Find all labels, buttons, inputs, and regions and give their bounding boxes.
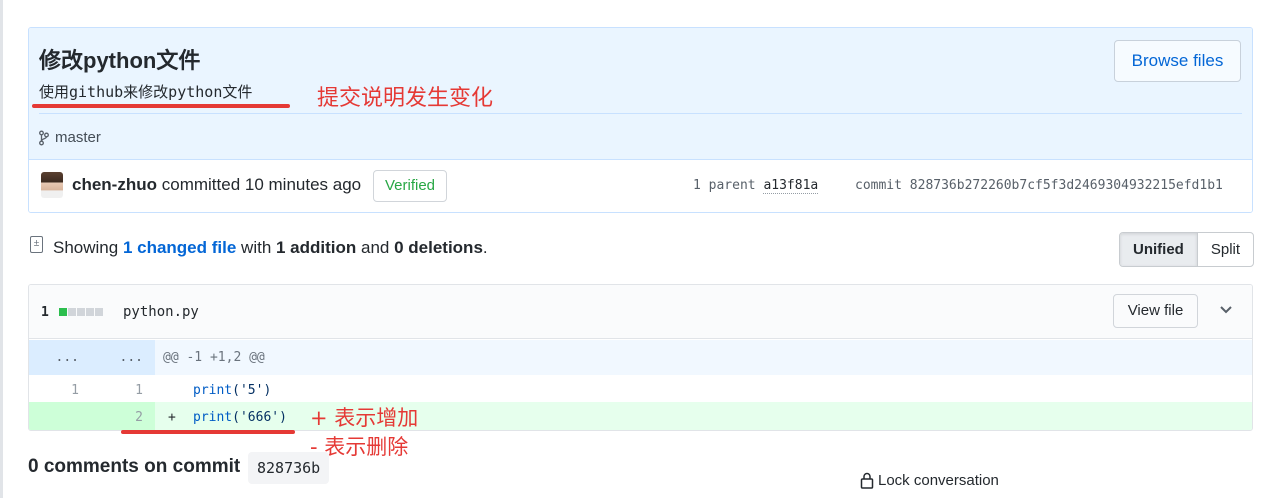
summary-period: . [482, 238, 488, 257]
new-line-number[interactable]: 2 [93, 402, 153, 430]
file-diff-box: 1 python.py View file ... ... @@ -1 +1,2… [28, 284, 1253, 431]
browse-files-button[interactable]: Browse files [1114, 40, 1241, 82]
diff-line-added: 2 + print('666') [29, 402, 1252, 430]
diffstat-block [68, 308, 76, 316]
author-name[interactable]: chen-zhuo [72, 175, 157, 194]
file-name-link[interactable]: python.py [123, 304, 199, 320]
summary-with: with [236, 238, 276, 257]
code-args: ('5') [232, 383, 272, 398]
diffstat-block [95, 308, 103, 316]
branch-name: master [55, 129, 101, 146]
addition-sign: + [168, 410, 176, 425]
hunk-header: @@ -1 +1,2 @@ [163, 350, 265, 365]
changed-files-link[interactable]: 1 changed file [123, 238, 236, 257]
code-function: print [193, 383, 233, 398]
expand-up-button[interactable]: ... [29, 340, 89, 375]
additions-count: 1 addition [276, 238, 357, 257]
lock-conversation-button[interactable]: Lock conversation [860, 472, 999, 489]
commit-label: commit [855, 178, 902, 193]
commit-summary-box: 修改python文件 使用github来修改python文件 Browse fi… [28, 27, 1253, 213]
comments-heading: 0 comments on commit [28, 456, 241, 477]
summary-prefix: Showing [53, 238, 123, 257]
annotation-add-note: + 表示增加 [310, 406, 419, 430]
code-function: print [193, 410, 233, 425]
parent-label: 1 parent [693, 178, 756, 193]
file-header: 1 python.py View file [29, 285, 1252, 339]
annotation-underline-added-line [121, 430, 295, 434]
diffstat-block [77, 308, 85, 316]
author-line: chen-zhuo committed 10 minutes ago [72, 175, 361, 195]
commit-title: 修改python文件 [39, 48, 201, 73]
author-avatar[interactable] [41, 172, 63, 198]
annotation-description-note: 提交说明发生变化 [317, 86, 494, 111]
commit-sha-chip[interactable]: 828736b [248, 452, 330, 484]
code-args: ('666') [232, 410, 287, 425]
unified-view-button[interactable]: Unified [1120, 233, 1198, 266]
commit-action: committed [161, 175, 241, 194]
chevron-down-icon[interactable] [1220, 301, 1232, 318]
parent-info: 1 parent a13f81a [693, 178, 819, 194]
diffstat-block [59, 308, 67, 316]
annotation-underline-description [32, 104, 290, 108]
page-left-border [0, 0, 3, 498]
commit-header: 修改python文件 使用github来修改python文件 Browse fi… [29, 28, 1252, 160]
file-change-count: 1 [41, 305, 49, 320]
hunk-header-row: ... ... @@ -1 +1,2 @@ [29, 340, 1252, 375]
diff-view-toggle: Unified Split [1119, 232, 1255, 267]
lock-icon [860, 472, 874, 489]
old-line-number [29, 402, 89, 430]
commit-full-sha: 828736b272260b7cf5f3d2469304932215efd1b1 [909, 178, 1223, 193]
commit-sha-info: commit 828736b272260b7cf5f3d246930493221… [855, 178, 1223, 193]
split-view-button[interactable]: Split [1198, 233, 1253, 266]
summary-and: and [356, 238, 395, 257]
lock-label: Lock conversation [878, 472, 999, 489]
line-code: print('666') [193, 402, 287, 430]
expand-down-button[interactable]: ... [93, 340, 153, 375]
branch-indicator[interactable]: master [39, 129, 101, 146]
author-row: chen-zhuo committed 10 minutes ago Verif… [29, 160, 1252, 212]
diffstat-block [86, 308, 94, 316]
header-divider [39, 113, 1242, 114]
diff-file-icon: ± [30, 236, 43, 253]
view-file-button[interactable]: View file [1113, 294, 1198, 328]
diffstat-bar [59, 308, 103, 316]
parent-sha-link[interactable]: a13f81a [763, 178, 819, 194]
verified-badge[interactable]: Verified [373, 170, 447, 202]
diff-summary: Showing 1 changed file with 1 addition a… [53, 238, 488, 258]
commit-description: 使用github来修改python文件 [39, 83, 253, 101]
git-branch-icon [39, 130, 49, 145]
deletions-count: 0 deletions [394, 238, 483, 257]
commit-time: 10 minutes ago [244, 175, 362, 194]
